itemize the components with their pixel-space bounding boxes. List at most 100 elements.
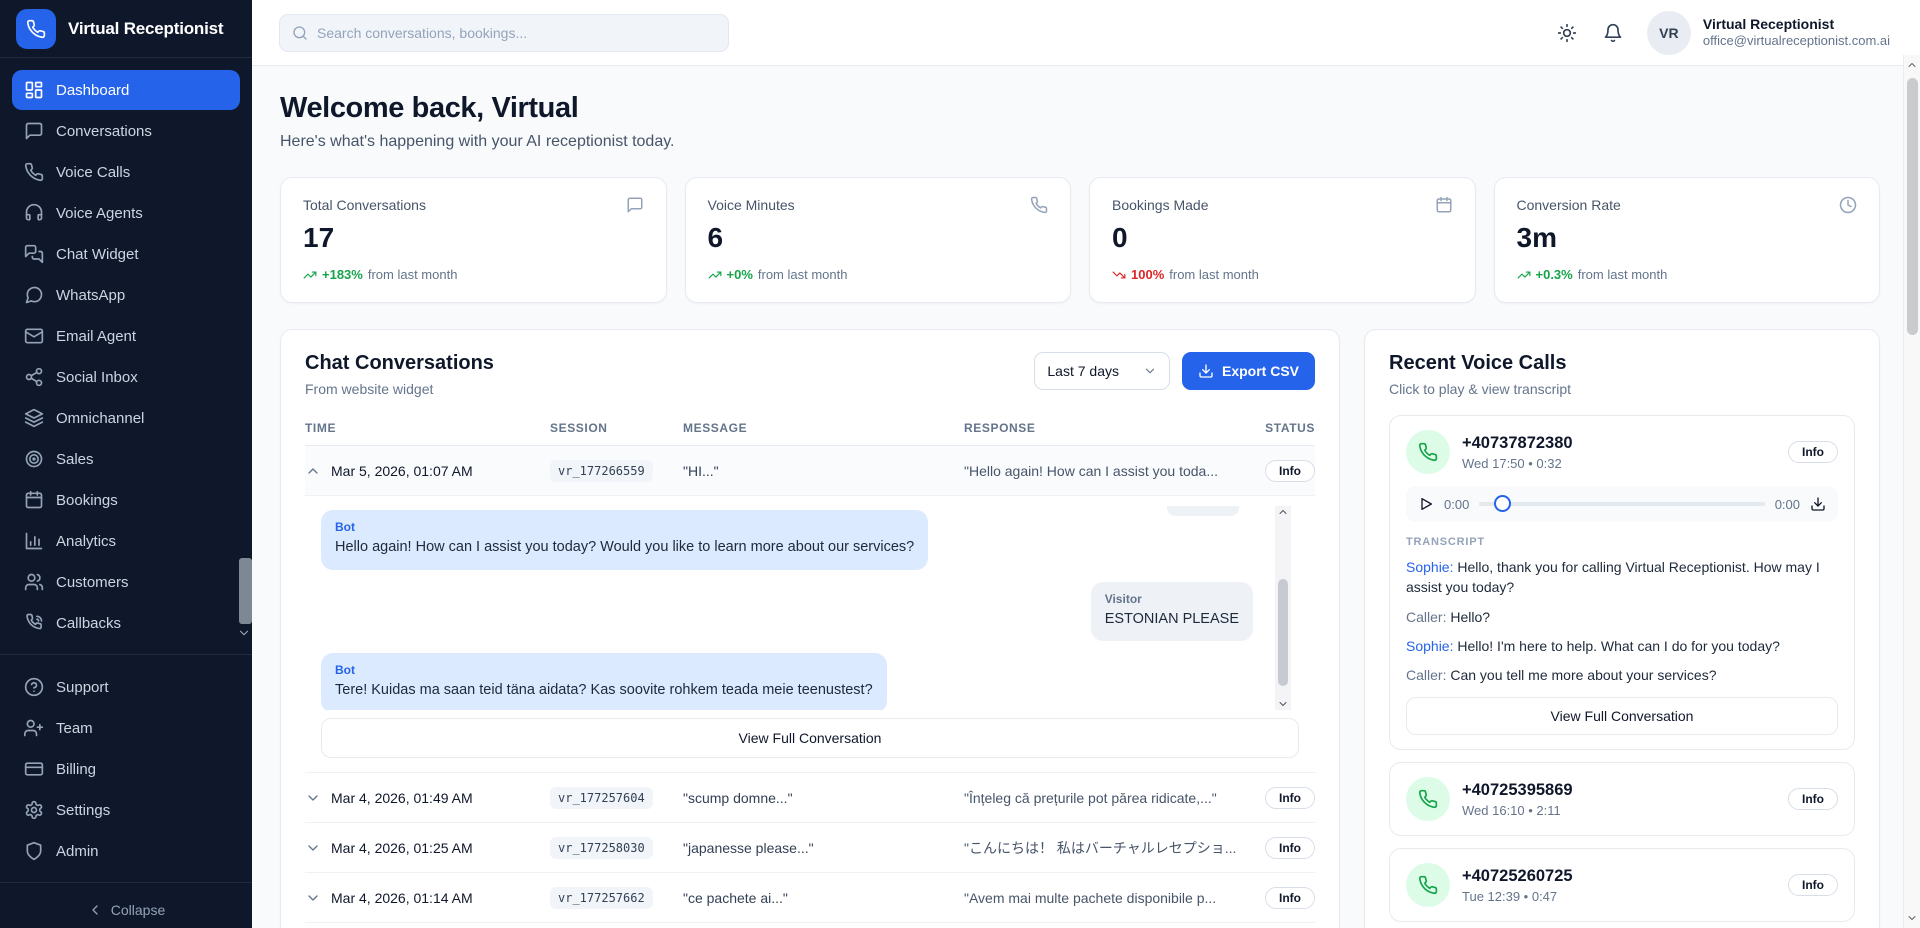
voice-call-card[interactable]: +40725395869 Wed 16:10 • 2:11 Info: [1389, 762, 1855, 836]
chevron-down-icon[interactable]: [237, 626, 251, 640]
player-seek-slider[interactable]: [1479, 502, 1764, 506]
stat-delta-suffix: from last month: [758, 267, 848, 282]
table-row[interactable]: Mar 4, 2026, 01:25 AM vr_177258030 "japa…: [305, 823, 1315, 873]
chevron-up-icon[interactable]: [1906, 59, 1918, 71]
sidebar-item-callbacks[interactable]: Callbacks: [12, 603, 240, 643]
info-badge[interactable]: Info: [1265, 460, 1315, 482]
sidebar-item-label: Voice Calls: [56, 164, 130, 181]
row-time: Mar 4, 2026, 01:49 AM: [331, 790, 473, 806]
voice-call-card[interactable]: +40737872380 Wed 17:50 • 0:32 Info 0:00: [1389, 415, 1855, 750]
sidebar-item-omnichannel[interactable]: Omnichannel: [12, 398, 240, 438]
sidebar-item-label: WhatsApp: [56, 287, 125, 304]
transcript-text: Can you tell me more about your services…: [1450, 667, 1716, 683]
stat-label: Total Conversations: [303, 197, 426, 213]
stat-delta-suffix: from last month: [1578, 267, 1668, 282]
info-badge[interactable]: Info: [1788, 788, 1838, 810]
sidebar-item-label: Customers: [56, 574, 129, 591]
sidebar-item-bookings[interactable]: Bookings: [12, 480, 240, 520]
page-scrollbar-thumb[interactable]: [1907, 78, 1918, 335]
sidebar-item-voice-calls[interactable]: Voice Calls: [12, 152, 240, 192]
visitor-message-bubble: Visitor ESTONIAN PLEASE: [1091, 582, 1253, 642]
sidebar-item-billing[interactable]: Billing: [12, 749, 240, 789]
bell-icon[interactable]: [1603, 23, 1623, 43]
topbar: VR Virtual Receptionist office@virtualre…: [252, 0, 1920, 66]
sidebar-scrollbar-thumb[interactable]: [239, 558, 252, 624]
call-meta: Tue 12:39 • 0:47: [1462, 889, 1573, 904]
sidebar-item-support[interactable]: Support: [12, 667, 240, 707]
play-icon[interactable]: [1418, 496, 1434, 512]
sidebar-item-dashboard[interactable]: Dashboard: [12, 70, 240, 110]
info-badge[interactable]: Info: [1265, 837, 1315, 859]
download-icon[interactable]: [1810, 496, 1826, 512]
chat-panel-subtitle: From website widget: [305, 381, 494, 397]
stat-value: 17: [303, 222, 644, 254]
chevron-down-icon[interactable]: [305, 790, 321, 806]
phone-icon: [1030, 196, 1048, 214]
sidebar-item-social-inbox[interactable]: Social Inbox: [12, 357, 240, 397]
avatar[interactable]: VR: [1647, 11, 1691, 55]
col-status: STATUS: [1251, 421, 1315, 435]
users-icon: [24, 572, 44, 592]
global-search[interactable]: [279, 14, 729, 52]
theme-toggle-sun-icon[interactable]: [1557, 23, 1577, 43]
table-row[interactable]: Mar 4, 2026, 01:14 AM vr_177257662 "ce p…: [305, 873, 1315, 923]
sidebar-item-admin[interactable]: Admin: [12, 831, 240, 871]
transcript-line: Caller: Can you tell me more about your …: [1406, 665, 1838, 685]
info-badge[interactable]: Info: [1788, 874, 1838, 896]
player-seek-knob[interactable]: [1494, 495, 1511, 512]
chevron-down-icon[interactable]: [305, 890, 321, 906]
table-row[interactable]: Mar 5, 2026, 01:07 AM vr_177266559 "HI..…: [305, 446, 1315, 496]
export-csv-button[interactable]: Export CSV: [1182, 352, 1315, 390]
col-response: RESPONSE: [964, 421, 1251, 435]
info-badge[interactable]: Info: [1788, 441, 1838, 463]
search-input[interactable]: [317, 25, 716, 41]
stat-delta: +183% from last month: [303, 267, 644, 282]
bubble-text: ESTONIAN PLEASE: [1105, 610, 1239, 630]
content: Welcome back, Virtual Here's what's happ…: [252, 66, 1920, 928]
info-badge[interactable]: Info: [1265, 787, 1315, 809]
transcript-text: Hello?: [1450, 609, 1490, 625]
layout-dashboard-icon: [24, 80, 44, 100]
sidebar-item-whatsapp[interactable]: WhatsApp: [12, 275, 240, 315]
view-full-conversation-button[interactable]: View Full Conversation: [1406, 697, 1838, 735]
chevron-down-icon[interactable]: [1277, 698, 1289, 710]
sidebar-item-email-agent[interactable]: Email Agent: [12, 316, 240, 356]
collapse-button[interactable]: Collapse: [0, 891, 252, 928]
sidebar-item-settings[interactable]: Settings: [12, 790, 240, 830]
chevron-down-icon[interactable]: [305, 840, 321, 856]
sidebar-item-analytics[interactable]: Analytics: [12, 521, 240, 561]
chevron-up-icon[interactable]: [305, 463, 321, 479]
chat-scrollbar-thumb[interactable]: [1278, 579, 1288, 685]
page-title: Welcome back, Virtual: [280, 92, 1880, 125]
sidebar-item-conversations[interactable]: Conversations: [12, 111, 240, 151]
sidebar-item-customers[interactable]: Customers: [12, 562, 240, 602]
transcript-speaker: Sophie:: [1406, 559, 1453, 575]
sidebar-item-sales[interactable]: Sales: [12, 439, 240, 479]
sidebar-item-label: Billing: [56, 761, 96, 778]
chat-scroll-area[interactable]: Bot Hello again! How can I assist you to…: [321, 506, 1299, 710]
expanded-conversation: Bot Hello again! How can I assist you to…: [305, 496, 1315, 773]
sidebar-item-chat-widget[interactable]: Chat Widget: [12, 234, 240, 274]
info-badge[interactable]: Info: [1265, 887, 1315, 909]
phone-icon: [26, 19, 46, 39]
view-full-conversation-button[interactable]: View Full Conversation: [321, 718, 1299, 758]
export-csv-label: Export CSV: [1222, 363, 1299, 379]
row-message: "japanesse please...": [683, 840, 948, 856]
chevron-up-icon[interactable]: [1277, 506, 1289, 518]
chat-scrollbar[interactable]: [1275, 506, 1291, 710]
sidebar-item-team[interactable]: Team: [12, 708, 240, 748]
chevron-down-icon[interactable]: [1906, 912, 1918, 924]
sidebar-item-voice-agents[interactable]: Voice Agents: [12, 193, 240, 233]
table-row[interactable]: Mar 4, 2026, 01:49 AM vr_177257604 "scum…: [305, 773, 1315, 823]
stat-label: Bookings Made: [1112, 197, 1209, 213]
stat-delta-value: 100%: [1131, 267, 1164, 282]
stat-delta-suffix: from last month: [368, 267, 458, 282]
table-header: TIME SESSION MESSAGE RESPONSE STATUS: [305, 415, 1315, 446]
date-range-select[interactable]: Last 7 days: [1034, 352, 1170, 390]
row-response: "Înțeleg că prețurile pot părea ridicate…: [964, 790, 1237, 806]
session-badge: vr_177258030: [550, 837, 653, 859]
chat-panel-title: Chat Conversations: [305, 352, 494, 375]
row-message: "HI...": [683, 463, 948, 479]
page-scrollbar[interactable]: [1903, 55, 1920, 928]
voice-call-card[interactable]: +40725260725 Tue 12:39 • 0:47 Info: [1389, 848, 1855, 922]
